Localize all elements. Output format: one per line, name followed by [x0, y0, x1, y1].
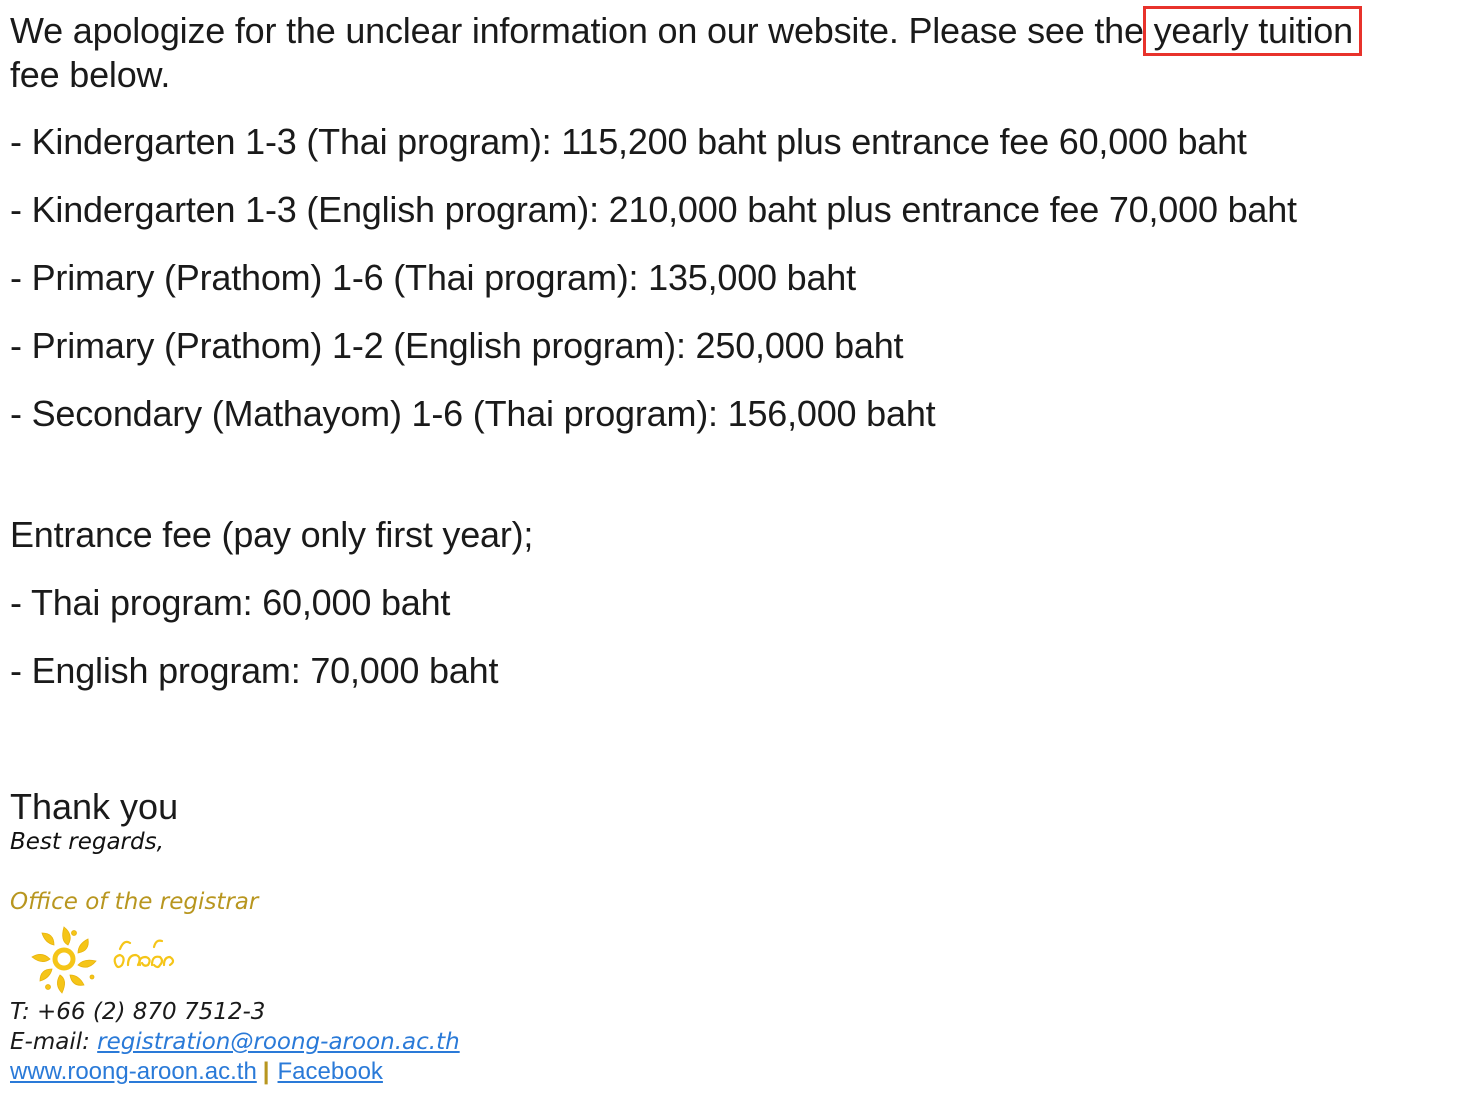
tuition-item: - Primary (Prathom) 1-2 (English program…	[10, 325, 904, 366]
email-line: E-mail: registration@roong-aroon.ac.th	[10, 1027, 1450, 1057]
tuition-item: - Kindergarten 1-3 (English program): 21…	[10, 189, 1297, 230]
links-line: www.roong-aroon.ac.th | Facebook	[10, 1057, 1450, 1087]
highlighted-yearly-tuition: yearly tuition	[1142, 6, 1362, 56]
entrance-fee-heading: Entrance fee (pay only first year);	[10, 514, 534, 555]
tuition-item: - Primary (Prathom) 1-6 (Thai program): …	[10, 257, 856, 298]
best-regards: Best regards,	[10, 829, 164, 855]
link-separator: |	[262, 1058, 270, 1085]
intro-text: We apologize for the unclear information…	[10, 10, 1144, 51]
thank-you: Thank you	[10, 786, 179, 827]
entrance-fee-item: - Thai program: 60,000 baht	[10, 582, 451, 623]
entrance-fee-list: - Thai program: 60,000 baht - English pr…	[10, 581, 1450, 693]
office-name: Office of the registrar	[10, 889, 259, 915]
tuition-item: - Kindergarten 1-3 (Thai program): 115,2…	[10, 121, 1247, 162]
tuition-item: - Secondary (Mathayom) 1-6 (Thai program…	[10, 393, 936, 434]
email-body: We apologize for the unclear information…	[10, 0, 1450, 1087]
tuition-list: - Kindergarten 1-3 (Thai program): 115,2…	[10, 120, 1450, 436]
entrance-fee-item: - English program: 70,000 baht	[10, 650, 499, 691]
intro-paragraph: We apologize for the unclear information…	[10, 6, 1450, 97]
email-label: E-mail:	[10, 1029, 98, 1055]
school-sun-logo-icon	[31, 926, 175, 994]
phone-line: T: +66 (2) 870 7512-3	[10, 999, 266, 1025]
intro-text-end: fee below.	[10, 54, 171, 95]
website-link[interactable]: www.roong-aroon.ac.th	[10, 1058, 257, 1085]
email-link[interactable]: registration@roong-aroon.ac.th	[97, 1029, 460, 1055]
facebook-link[interactable]: Facebook	[278, 1058, 383, 1085]
